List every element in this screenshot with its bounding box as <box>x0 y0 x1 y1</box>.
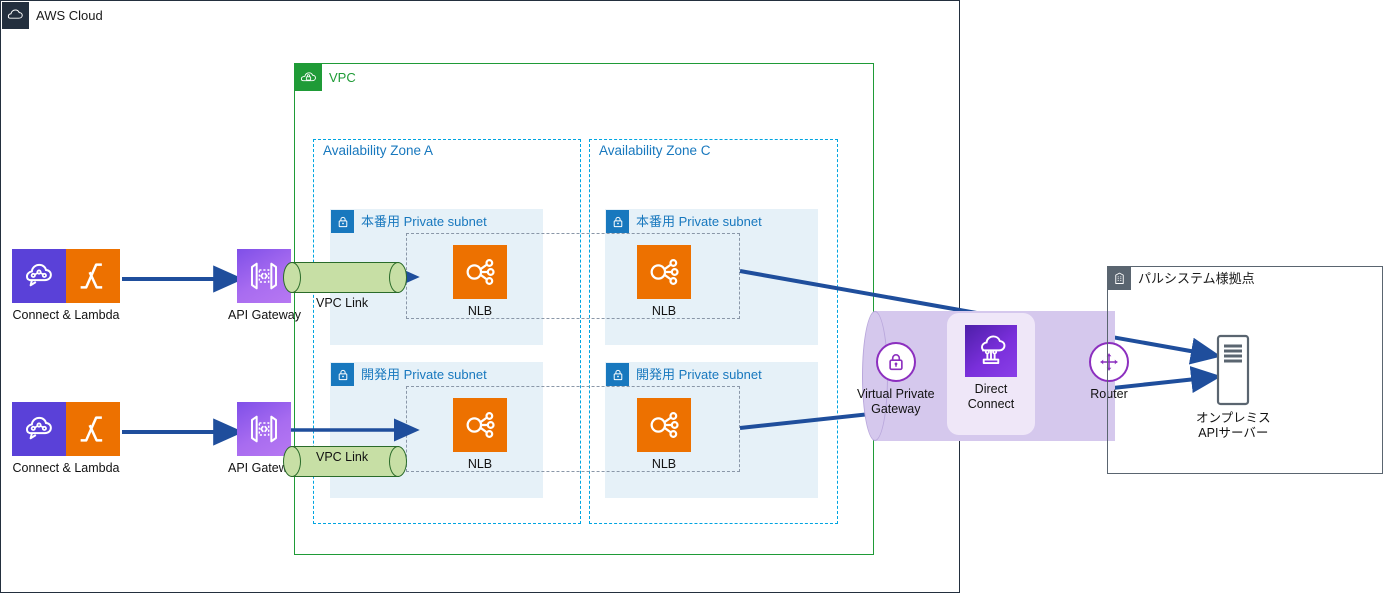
node-nlb-prod-az-a[interactable]: NLB <box>453 245 507 319</box>
direct-connect-label: Direct Connect <box>967 382 1015 411</box>
az-a-title: Availability Zone A <box>323 144 433 158</box>
virtual-private-gateway-icon <box>875 342 916 382</box>
subnet-lock-icon <box>331 210 354 233</box>
vpc-link-dev-label: VPC Link <box>316 450 369 464</box>
node-nlb-dev-az-c[interactable]: NLB <box>637 398 691 472</box>
api-gateway-prod-label: API Gateway <box>228 308 301 322</box>
onprem-api-server-label: オンプレミス APIサーバー <box>1196 411 1271 440</box>
amazon-connect-icon <box>12 402 66 456</box>
connect-lambda-prod-label: Connect & Lambda <box>12 308 120 322</box>
subnet-prod-az-c-title: 本番用 Private subnet <box>606 210 762 233</box>
subnet-lock-icon <box>331 363 354 386</box>
subnet-dev-az-c-title: 開発用 Private subnet <box>606 363 762 386</box>
subnet-dev-az-a-title: 開発用 Private subnet <box>331 363 487 386</box>
subnet-prod-az-a-title: 本番用 Private subnet <box>331 210 487 233</box>
vpc-title: VPC <box>295 64 356 91</box>
aws-cloud-title: AWS Cloud <box>2 2 103 29</box>
subnet-lock-icon <box>606 363 629 386</box>
az-c-label: Availability Zone C <box>599 143 711 158</box>
subnet-dev-az-c-label: 開発用 Private subnet <box>636 367 762 382</box>
aws-cloud-label: AWS Cloud <box>36 8 103 23</box>
network-load-balancer-icon <box>453 245 507 299</box>
virtual-private-gateway-label: Virtual Private Gateway <box>857 387 935 416</box>
vpc-cloud-lock-icon <box>295 64 322 91</box>
amazon-connect-icon <box>12 249 66 303</box>
node-direct-connect[interactable]: Direct Connect <box>965 325 1017 412</box>
onprem-site-label: パルシステム様拠点 <box>1138 271 1255 286</box>
az-a-label: Availability Zone A <box>323 143 434 158</box>
onprem-site-title: パルシステム様拠点 <box>1108 267 1255 290</box>
connect-lambda-icon-pair <box>12 249 120 303</box>
vpc-link-prod-label: VPC Link <box>316 296 369 310</box>
subnet-prod-az-a-label: 本番用 Private subnet <box>361 214 487 229</box>
node-onprem-api-server[interactable]: オンプレミス APIサーバー <box>1196 334 1271 441</box>
network-load-balancer-icon <box>453 398 507 452</box>
aws-direct-connect-icon <box>965 325 1017 377</box>
aws-lambda-icon <box>66 249 120 303</box>
subnet-lock-icon <box>606 210 629 233</box>
vpc-link-tunnel-icon-prod <box>283 262 407 293</box>
connect-lambda-dev-label: Connect & Lambda <box>12 461 120 475</box>
nlb-prod-az-a-label: NLB <box>467 304 493 318</box>
connect-lambda-icon-pair <box>12 402 120 456</box>
node-connect-lambda-dev[interactable]: Connect & Lambda <box>12 402 120 476</box>
node-nlb-dev-az-a[interactable]: NLB <box>453 398 507 472</box>
network-load-balancer-icon <box>637 245 691 299</box>
aws-cloud-icon <box>2 2 29 29</box>
building-icon <box>1108 267 1131 290</box>
nlb-dev-az-a-label: NLB <box>467 457 493 471</box>
subnet-prod-az-c-label: 本番用 Private subnet <box>636 214 762 229</box>
node-nlb-prod-az-c[interactable]: NLB <box>637 245 691 319</box>
nlb-dev-az-c-label: NLB <box>651 457 677 471</box>
subnet-dev-az-a-label: 開発用 Private subnet <box>361 367 487 382</box>
network-load-balancer-icon <box>637 398 691 452</box>
aws-lambda-icon <box>66 402 120 456</box>
vpc-label: VPC <box>329 70 356 85</box>
az-c-title: Availability Zone C <box>599 144 711 158</box>
server-icon <box>1212 334 1254 406</box>
node-connect-lambda-prod[interactable]: Connect & Lambda <box>12 249 120 323</box>
node-virtual-private-gateway[interactable]: Virtual Private Gateway <box>857 342 935 417</box>
nlb-prod-az-c-label: NLB <box>651 304 677 318</box>
